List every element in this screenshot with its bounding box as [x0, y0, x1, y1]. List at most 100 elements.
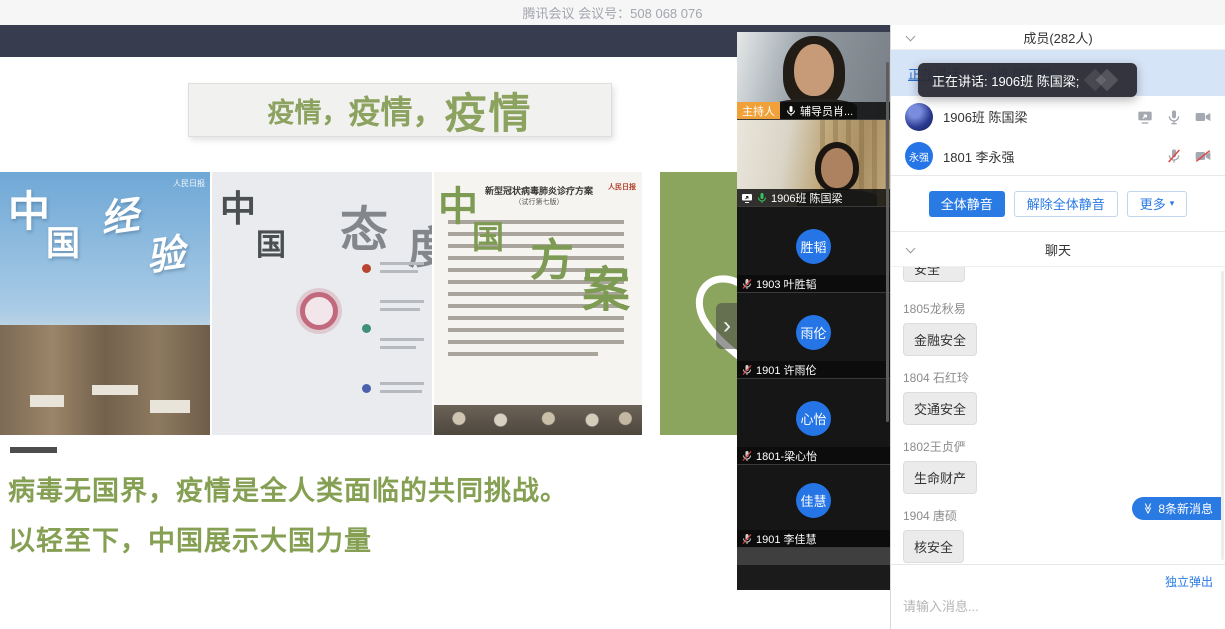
slide-image-row: 中 国 经 验 人民日报 中 国 态 度	[0, 172, 737, 435]
screen-share-icon	[741, 192, 753, 204]
mic-off-icon	[741, 533, 753, 545]
member-actions-bar: 全体静音 解除全体静音 更多 ▾	[891, 176, 1225, 231]
slide-divider-dash	[10, 447, 57, 453]
art-char: 经	[96, 184, 141, 244]
caret-down-icon: ▾	[1170, 198, 1175, 209]
members-panel-header: 成员(282人)	[891, 25, 1225, 50]
member-row[interactable]: 1906班 陈国梁	[891, 96, 1225, 137]
mic-off-icon[interactable]	[1166, 148, 1182, 164]
slide-title-seg2: 疫情，	[348, 87, 444, 133]
shared-screen-slide: 疫情， 疫情， 疫情 中 国 经 验 人民日报	[0, 57, 737, 612]
participant-name: 1901 李佳慧	[756, 531, 817, 547]
video-tile-avatar[interactable]: 心怡 1801-梁心怡	[737, 379, 890, 465]
unmute-all-button[interactable]: 解除全体静音	[1014, 191, 1118, 217]
video-tile-label: 1801-梁心怡	[737, 447, 890, 464]
screen-share-icon	[1137, 109, 1153, 125]
participant-name: 1801-梁心怡	[756, 448, 817, 464]
art-char: 态	[340, 190, 388, 260]
avatar: 心怡	[796, 401, 831, 436]
speaking-tooltip-text: 正在讲话: 1906班 陈国梁;	[932, 71, 1079, 90]
more-label: 更多	[1140, 194, 1166, 213]
avatar: 永强	[905, 142, 933, 170]
participant-name: 1903 叶胜韬	[756, 276, 817, 292]
member-row[interactable]: 永强 1801 李永强	[891, 137, 1225, 175]
member-status-icons	[1137, 109, 1211, 125]
art-char: 国	[256, 220, 286, 264]
video-tile-avatar[interactable]: 胜韬 1903 叶胜韬	[737, 207, 890, 293]
side-panel: 成员(282人) 正在讲话: 1906班 陈国梁; 1906班 陈国梁	[890, 25, 1225, 629]
chat-panel-header: 聊天	[891, 232, 1225, 267]
more-button[interactable]: 更多 ▾	[1127, 191, 1188, 217]
art-char: 中	[8, 178, 50, 239]
window-titlebar: 腾讯会议 会议号：508 068 076	[0, 0, 1225, 25]
video-strip-scrollbar[interactable]	[886, 62, 889, 422]
video-tile-label: 1906班 陈国梁	[737, 189, 890, 206]
camera-off-icon[interactable]	[1195, 148, 1211, 164]
new-messages-button[interactable]: ≫ 8条新消息	[1132, 497, 1223, 520]
chat-bubble: 生命财产	[903, 461, 977, 494]
mic-icon	[785, 105, 797, 117]
chat-bubble: 核安全	[903, 530, 964, 563]
chat-footer: 独立弹出	[891, 564, 1225, 629]
chat-scrollbar[interactable]	[1221, 271, 1224, 560]
mic-off-icon	[741, 450, 753, 462]
slide-body-line1: 病毒无国界，疫情是全人类面临的共同挑战。	[8, 469, 568, 508]
mic-off-icon	[741, 278, 753, 290]
chevron-right-icon: ›	[723, 312, 731, 340]
chevron-down-icon[interactable]	[906, 32, 916, 42]
tencent-meeting-window: 腾讯会议 会议号：508 068 076 疫情， 疫情， 疫情 中 国	[0, 0, 1225, 629]
doc-subtitle: （试行第七版）	[464, 197, 614, 207]
participant-face	[821, 148, 853, 188]
mute-all-button[interactable]: 全体静音	[929, 191, 1005, 217]
art-char: 案	[582, 250, 630, 320]
avatar: 雨伦	[796, 315, 831, 350]
popout-row: 独立弹出	[891, 565, 1225, 591]
video-tile-avatar[interactable]: 佳慧 1901 李佳慧	[737, 465, 890, 548]
slide-title-box: 疫情， 疫情， 疫情	[188, 83, 612, 137]
art-char: 验	[142, 222, 187, 282]
popout-chat-link[interactable]: 独立弹出	[1165, 573, 1213, 590]
double-chevron-down-icon: ≫	[1141, 503, 1154, 515]
chat-sender: 1802王贞俨	[903, 438, 1213, 455]
mic-on-icon[interactable]	[1166, 109, 1182, 125]
slide-image-china-attitude: 中 国 态 度	[212, 172, 432, 435]
art-char: 度	[408, 212, 432, 276]
participant-face	[794, 44, 834, 96]
virus-dot	[362, 384, 371, 393]
video-thumbnail-strip: 主持人 辅导员肖...	[737, 32, 890, 590]
chat-header-label: 聊天	[1045, 240, 1071, 259]
mic-off-icon	[741, 364, 753, 376]
construction-site-photo	[0, 325, 210, 435]
slide-body-line2: 以轻至下，中国展示大国力量	[8, 519, 372, 558]
slide-title-seg1: 疫情，	[267, 91, 348, 130]
art-char: 国	[472, 212, 504, 258]
meeting-title: 腾讯会议 会议号：508 068 076	[523, 3, 703, 22]
art-char: 国	[46, 216, 80, 265]
new-messages-label: 8条新消息	[1158, 500, 1213, 517]
video-tile-speaker[interactable]: 1906班 陈国梁	[737, 120, 890, 207]
peoples-daily-logo: 人民日报	[608, 182, 636, 192]
video-tile-host[interactable]: 主持人 辅导员肖...	[737, 32, 890, 120]
art-char: 方	[530, 224, 574, 288]
host-badge: 主持人	[737, 102, 780, 119]
video-tile-label: 主持人 辅导员肖...	[737, 102, 890, 119]
art-char: 中	[220, 180, 256, 232]
next-slide-button[interactable]: ›	[716, 303, 737, 349]
slide-image-china-plan: 新型冠状病毒肺炎诊疗方案 （试行第七版） 人民日报 中	[434, 172, 642, 435]
chat-input[interactable]	[891, 591, 1225, 622]
virus-dot	[362, 324, 371, 333]
camera-on-icon[interactable]	[1195, 109, 1211, 125]
video-tile-avatar[interactable]: 雨伦 1901 许雨伦	[737, 293, 890, 379]
virus-dot	[362, 264, 371, 273]
meeting-logo-watermark	[1083, 69, 1123, 91]
chat-sender: 1804 石红玲	[903, 369, 1213, 386]
members-header-label: 成员(282人)	[1023, 28, 1092, 47]
mic-on-icon	[756, 192, 768, 204]
chat-bubble: 交通安全	[903, 392, 977, 425]
chevron-down-icon[interactable]	[906, 244, 916, 254]
chat-bubble-partial: 安全	[903, 267, 965, 282]
member-name: 1906班 陈国梁	[943, 107, 1127, 126]
slide-title-seg3: 疫情	[445, 80, 533, 141]
chat-message-list[interactable]: 安全 1805龙秋易 金融安全 1804 石红玲 交通安全 1802王贞俨 生命…	[891, 267, 1225, 564]
avatar	[905, 103, 933, 131]
